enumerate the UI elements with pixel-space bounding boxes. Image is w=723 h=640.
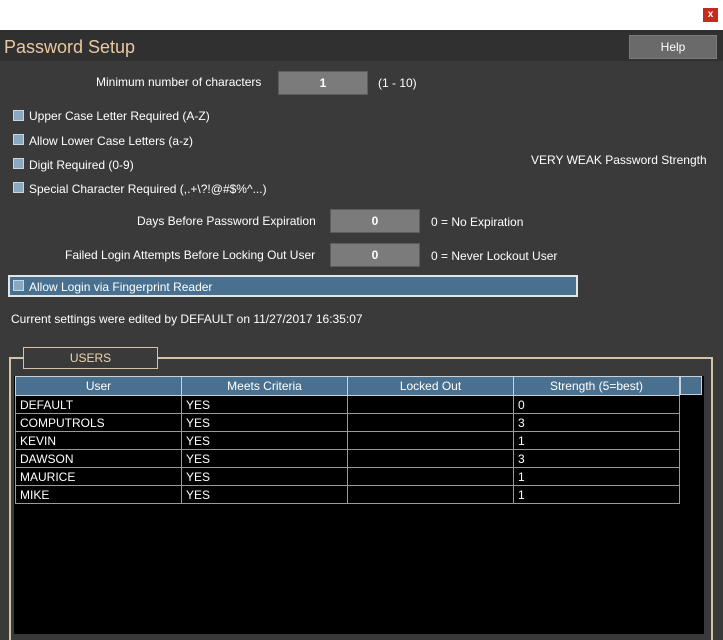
cell-meets-criteria: YES <box>181 485 348 504</box>
special-char-checkbox[interactable] <box>13 182 24 193</box>
cell-locked-out <box>347 467 514 486</box>
cell-user: KEVIN <box>15 431 182 450</box>
table-row[interactable]: COMPUTROLS YES 3 <box>15 413 680 432</box>
lockout-hint: 0 = Never Lockout User <box>431 249 558 263</box>
expiration-input[interactable]: 0 <box>330 209 420 233</box>
column-header-locked-out[interactable]: Locked Out <box>347 376 514 396</box>
cell-user: DEFAULT <box>15 395 182 414</box>
column-header-meets-criteria[interactable]: Meets Criteria <box>181 376 348 396</box>
special-char-label: Special Character Required (,.+\?!@#$%^.… <box>29 182 267 196</box>
fingerprint-checkbox[interactable] <box>13 280 24 291</box>
cell-strength: 0 <box>513 395 680 414</box>
digit-checkbox[interactable] <box>13 158 24 169</box>
cell-user: COMPUTROLS <box>15 413 182 432</box>
expiration-label: Days Before Password Expiration <box>137 214 316 228</box>
table-row[interactable]: KEVIN YES 1 <box>15 431 680 450</box>
cell-user: DAWSON <box>15 449 182 468</box>
cell-meets-criteria: YES <box>181 431 348 450</box>
min-chars-input[interactable]: 1 <box>278 71 368 95</box>
lockout-label: Failed Login Attempts Before Locking Out… <box>65 248 316 262</box>
fingerprint-option-row[interactable]: Allow Login via Fingerprint Reader <box>8 275 578 297</box>
cell-strength: 3 <box>513 449 680 468</box>
lockout-input[interactable]: 0 <box>330 243 420 267</box>
edited-info: Current settings were edited by DEFAULT … <box>11 312 363 326</box>
cell-meets-criteria: YES <box>181 413 348 432</box>
cell-user: MAURICE <box>15 467 182 486</box>
cell-strength: 1 <box>513 431 680 450</box>
column-header-strength[interactable]: Strength (5=best) <box>513 376 680 396</box>
lower-case-checkbox[interactable] <box>13 134 24 145</box>
min-chars-range: (1 - 10) <box>378 76 417 90</box>
expiration-hint: 0 = No Expiration <box>431 215 524 229</box>
cell-locked-out <box>347 431 514 450</box>
strength-indicator: VERY WEAK Password Strength <box>531 153 707 167</box>
help-button[interactable]: Help <box>629 35 717 59</box>
table-row[interactable]: MIKE YES 1 <box>15 485 680 504</box>
cell-strength: 1 <box>513 485 680 504</box>
digit-label: Digit Required (0-9) <box>29 158 134 172</box>
window-titlebar: x <box>0 0 723 30</box>
cell-locked-out <box>347 449 514 468</box>
page-title: Password Setup <box>4 37 136 57</box>
table-row[interactable]: MAURICE YES 1 <box>15 467 680 486</box>
cell-meets-criteria: YES <box>181 395 348 414</box>
table-row[interactable]: DEFAULT YES 0 <box>15 395 680 414</box>
cell-locked-out <box>347 395 514 414</box>
cell-meets-criteria: YES <box>181 467 348 486</box>
users-group-title: USERS <box>23 347 158 369</box>
header-bar: Password Setup <box>0 30 723 61</box>
cell-strength: 3 <box>513 413 680 432</box>
grid-scrollbar-header <box>680 376 702 395</box>
close-button[interactable]: x <box>703 8 718 22</box>
table-row[interactable]: DAWSON YES 3 <box>15 449 680 468</box>
cell-strength: 1 <box>513 467 680 486</box>
cell-locked-out <box>347 485 514 504</box>
upper-case-checkbox[interactable] <box>13 110 24 121</box>
cell-locked-out <box>347 413 514 432</box>
cell-user: MIKE <box>15 485 182 504</box>
users-table: User Meets Criteria Locked Out Strength … <box>15 376 680 504</box>
column-header-user[interactable]: User <box>15 376 182 396</box>
min-chars-label: Minimum number of characters <box>96 75 262 89</box>
lower-case-label: Allow Lower Case Letters (a-z) <box>29 134 194 148</box>
cell-meets-criteria: YES <box>181 449 348 468</box>
fingerprint-label: Allow Login via Fingerprint Reader <box>29 280 213 294</box>
upper-case-label: Upper Case Letter Required (A-Z) <box>29 109 210 123</box>
